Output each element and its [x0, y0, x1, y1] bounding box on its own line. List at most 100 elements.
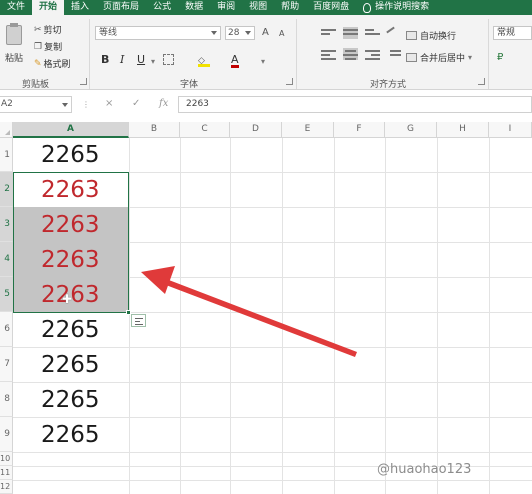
- column-header-a[interactable]: A: [13, 122, 129, 138]
- gridline-vertical: [180, 138, 181, 494]
- orientation-icon[interactable]: [386, 26, 401, 39]
- row-header-10[interactable]: 10: [0, 452, 13, 466]
- column-header-g[interactable]: G: [385, 122, 437, 138]
- paste-button-label[interactable]: 粘贴: [5, 51, 23, 64]
- insert-function-button[interactable]: fx: [159, 98, 168, 109]
- copy-icon: ❐: [34, 41, 43, 52]
- increase-font-size-button[interactable]: A: [262, 27, 269, 38]
- more-options-icon: ⋮: [82, 100, 90, 109]
- cell-a8[interactable]: 2265: [13, 382, 128, 417]
- currency-icon[interactable]: ₽: [497, 52, 503, 63]
- gridline-horizontal: [13, 452, 532, 453]
- font-group-label: 字体: [180, 80, 199, 90]
- chevron-down-icon[interactable]: ▾: [151, 57, 155, 66]
- chevron-down-icon[interactable]: ▾: [468, 53, 472, 62]
- align-center-icon[interactable]: [343, 48, 358, 60]
- cut-label: 剪切: [43, 26, 62, 36]
- confirm-edit-button[interactable]: ✓: [132, 98, 140, 109]
- row-header-6[interactable]: 6: [0, 312, 13, 347]
- column-header-e[interactable]: E: [282, 122, 334, 138]
- cut-button[interactable]: ✂ 剪切: [34, 23, 62, 37]
- bold-button[interactable]: B: [101, 53, 109, 66]
- name-box[interactable]: A2: [0, 96, 72, 113]
- lightbulb-icon: [363, 2, 372, 13]
- align-left-icon[interactable]: [321, 48, 336, 60]
- row-header-8[interactable]: 8: [0, 382, 13, 417]
- merge-center-button[interactable]: 合并后居中 ▾: [406, 51, 472, 64]
- indent-icon[interactable]: [386, 48, 401, 60]
- chevron-down-icon: [245, 31, 251, 35]
- select-all-corner[interactable]: [0, 122, 13, 138]
- column-header-d[interactable]: D: [230, 122, 282, 138]
- paste-icon[interactable]: [6, 23, 22, 45]
- annotation-arrow-head: [141, 266, 175, 294]
- font-size-select[interactable]: 28: [225, 26, 255, 40]
- copy-button[interactable]: ❐ 复制: [34, 40, 63, 54]
- wrap-text-button[interactable]: 自动换行: [406, 29, 456, 42]
- tab-page-layout[interactable]: 页面布局: [96, 0, 146, 15]
- cell-a7[interactable]: 2265: [13, 347, 128, 382]
- tab-view[interactable]: 视图: [242, 0, 274, 15]
- align-bottom-icon[interactable]: [365, 27, 380, 39]
- formula-input[interactable]: 2263: [178, 96, 532, 113]
- gridline-vertical: [489, 138, 490, 494]
- font-dialog-launcher-icon[interactable]: [286, 78, 293, 85]
- chevron-down-icon: [211, 31, 217, 35]
- align-right-icon[interactable]: [365, 48, 380, 60]
- column-header-c[interactable]: C: [180, 122, 230, 138]
- row-header-3[interactable]: 3: [0, 207, 13, 242]
- column-header-f[interactable]: F: [334, 122, 385, 138]
- row-header-12[interactable]: 12: [0, 480, 13, 494]
- copy-label: 复制: [44, 43, 63, 53]
- tell-me-label: 操作说明搜索: [375, 2, 430, 12]
- merge-center-label: 合并后居中: [420, 54, 466, 64]
- row-header-4[interactable]: 4: [0, 242, 13, 277]
- alignment-dialog-launcher-icon[interactable]: [478, 78, 485, 85]
- quick-analysis-button[interactable]: [131, 314, 146, 327]
- tell-me-search[interactable]: 操作说明搜索: [356, 0, 436, 15]
- italic-button[interactable]: I: [120, 53, 124, 66]
- tab-data[interactable]: 数据: [178, 0, 210, 15]
- borders-icon[interactable]: [163, 54, 174, 68]
- gridline-vertical: [334, 138, 335, 494]
- tab-help[interactable]: 帮助: [274, 0, 306, 15]
- row-header-2[interactable]: 2: [0, 172, 13, 207]
- row-header-9[interactable]: 9: [0, 417, 13, 452]
- ribbon-home: 粘贴 ✂ 剪切 ❐ 复制 ✎ 格式刷 剪贴板 等线 28 A A B I U ▾…: [0, 15, 532, 90]
- cell-a1[interactable]: 2265: [13, 138, 128, 172]
- column-header-h[interactable]: H: [437, 122, 489, 138]
- column-header-i[interactable]: I: [489, 122, 532, 138]
- row-header-1[interactable]: 1: [0, 138, 13, 172]
- cell-a9[interactable]: 2265: [13, 417, 128, 452]
- fill-color-icon[interactable]: ◇: [198, 53, 210, 67]
- underline-button[interactable]: U: [137, 53, 145, 66]
- cell-a6[interactable]: 2265: [13, 312, 128, 347]
- clipboard-dialog-launcher-icon[interactable]: [80, 78, 87, 85]
- chevron-down-icon[interactable]: ▾: [261, 57, 265, 66]
- gridline-horizontal: [13, 480, 532, 481]
- decrease-font-size-button[interactable]: A: [279, 29, 284, 38]
- tab-baidu-netdisk[interactable]: 百度网盘: [306, 0, 356, 15]
- tab-review[interactable]: 审阅: [210, 0, 242, 15]
- row-header-11[interactable]: 11: [0, 466, 13, 480]
- format-painter-button[interactable]: ✎ 格式刷: [34, 57, 71, 71]
- font-color-button[interactable]: A: [231, 53, 239, 68]
- tab-home[interactable]: 开始: [32, 0, 65, 15]
- gridline-vertical: [282, 138, 283, 494]
- number-format-select[interactable]: 常规: [493, 26, 532, 40]
- merge-cells-icon: [406, 53, 417, 62]
- tab-file[interactable]: 文件: [0, 0, 32, 15]
- row-header-7[interactable]: 7: [0, 347, 13, 382]
- cancel-edit-button[interactable]: ×: [105, 98, 113, 109]
- row-header-5[interactable]: 5: [0, 277, 13, 312]
- font-name-select[interactable]: 等线: [95, 26, 221, 40]
- column-header-b[interactable]: B: [129, 122, 180, 138]
- font-name-value: 等线: [99, 28, 118, 38]
- align-middle-icon[interactable]: [343, 27, 358, 39]
- align-top-icon[interactable]: [321, 27, 336, 39]
- tab-formulas[interactable]: 公式: [146, 0, 178, 15]
- name-box-value: A2: [1, 99, 13, 109]
- group-separator: [89, 19, 90, 89]
- paintbrush-icon: ✎: [34, 58, 42, 69]
- tab-insert[interactable]: 插入: [64, 0, 96, 15]
